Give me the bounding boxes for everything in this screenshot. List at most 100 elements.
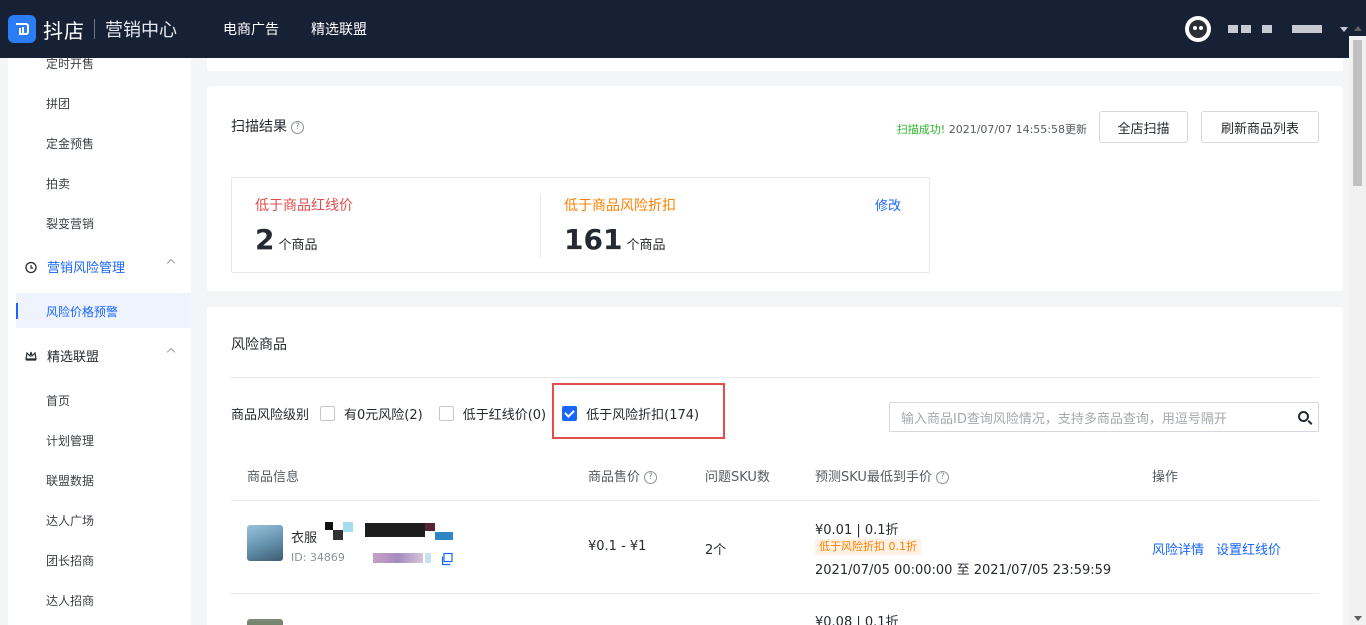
stat-redline-number: 2 (255, 223, 275, 256)
sidebar-item-data[interactable]: 联盟数据 (46, 472, 94, 489)
avatar-face-icon (1189, 20, 1207, 38)
product-thumbnail[interactable] (247, 619, 283, 625)
product-id: ID: 34869 (291, 551, 345, 564)
sidebar-item-risk-price-alert[interactable]: 风险价格预警 (46, 303, 118, 320)
masked-text (343, 522, 353, 532)
top-bar: 抖店 营销中心 电商广告 精选联盟 (0, 0, 1366, 58)
scrollbar-thumb[interactable] (1353, 40, 1362, 186)
lowest-price: ¥0.01 | 0.1折 (815, 523, 899, 538)
stat-discount-value: 161 个商品 (564, 223, 665, 256)
help-icon[interactable]: ? (935, 471, 949, 484)
sidebar-item-plan[interactable]: 计划管理 (46, 432, 94, 449)
scan-status-ok: 扫描成功! (896, 123, 946, 136)
sidebar-group-label: 精选联盟 (47, 350, 100, 365)
chevron-up-icon (166, 258, 176, 268)
nav-ecommerce-ads[interactable]: 电商广告 (223, 19, 279, 39)
divider (231, 377, 1319, 378)
scan-status: 扫描成功! 2021/07/07 14:55:58更新 (897, 121, 1087, 137)
crown-icon (25, 351, 37, 361)
sidebar-group-label: 营销风险管理 (47, 261, 126, 276)
sku-count: 2个 (705, 543, 727, 558)
scan-title-text: 扫描结果 (231, 119, 287, 135)
stat-unit: 个商品 (626, 238, 666, 253)
scan-title: 扫描结果? (231, 116, 304, 136)
alarm-clock-icon (25, 261, 37, 273)
masked-text (373, 553, 423, 563)
masked-text (325, 522, 333, 530)
full-scan-button[interactable]: 全店扫描 (1099, 111, 1188, 143)
col-lowest-label: 预测SKU最低到手价 (815, 470, 932, 485)
nav-alliance[interactable]: 精选联盟 (311, 19, 367, 39)
masked-text (425, 553, 431, 563)
filter-label: 商品风险级别 (231, 408, 310, 423)
lowest-price: ¥0.08 | 0.1折 (815, 615, 899, 625)
masked-shop-name (1241, 25, 1251, 33)
product-id-search-input[interactable]: 输入商品ID查询风险情况，支持多商品查询，用逗号隔开 (889, 402, 1319, 432)
col-price-label: 商品售价 (588, 470, 641, 485)
brand-name: 抖店 (43, 18, 85, 43)
sidebar-item-talent-recruit[interactable]: 达人招商 (46, 592, 94, 609)
sidebar-item-leader-recruit[interactable]: 团长招商 (46, 552, 94, 569)
brand-subtitle: 营销中心 (105, 20, 177, 41)
col-price: 商品售价? (588, 466, 658, 485)
help-icon[interactable]: ? (291, 120, 304, 134)
highlight-box (552, 383, 725, 439)
product-name[interactable]: 衣服 (291, 527, 317, 546)
refresh-list-button[interactable]: 刷新商品列表 (1201, 111, 1319, 143)
sidebar-item-group-buy[interactable]: 拼团 (46, 95, 70, 112)
brand-divider (94, 19, 95, 39)
scan-result-card: 扫描结果? 扫描成功! 2021/07/07 14:55:58更新 全店扫描 刷… (207, 86, 1343, 291)
chevron-up-icon (166, 347, 176, 357)
col-actions: 操作 (1152, 470, 1179, 485)
chevron-down-icon[interactable] (1340, 26, 1348, 32)
col-sku-count: 问题SKU数 (705, 470, 770, 485)
vertical-scrollbar[interactable] (1349, 26, 1366, 625)
masked-text (425, 523, 435, 531)
brand[interactable]: 抖店 营销中心 (8, 15, 177, 44)
sidebar-group-risk[interactable]: 营销风险管理 (24, 257, 176, 276)
divider (231, 500, 1319, 501)
masked-text (333, 530, 343, 540)
stat-redline-value: 2 个商品 (255, 223, 318, 256)
avatar[interactable] (1185, 16, 1211, 42)
checkbox-below-redline[interactable] (438, 406, 454, 421)
col-lowest-price: 预测SKU最低到手价? (815, 466, 949, 485)
masked-user-name (1292, 25, 1322, 33)
sidebar: 定时开售 拼团 定金预售 拍卖 裂变营销 营销风险管理 风险价格预警 精选联盟 … (8, 58, 191, 625)
scroll-down-icon[interactable] (1354, 616, 1362, 621)
search-placeholder: 输入商品ID查询风险情况，支持多商品查询，用逗号隔开 (901, 411, 1227, 427)
top-nav: 电商广告 精选联盟 (223, 19, 399, 39)
sidebar-item-home[interactable]: 首页 (46, 392, 70, 409)
sidebar-item-fission[interactable]: 裂变营销 (46, 215, 94, 232)
doudian-logo-icon (8, 15, 36, 43)
col-product-info: 商品信息 (247, 470, 300, 485)
stat-discount-label: 低于商品风险折扣 (564, 198, 676, 214)
masked-shop-name (1228, 25, 1238, 33)
sidebar-group-alliance[interactable]: 精选联盟 (24, 346, 176, 365)
search-icon[interactable] (1298, 411, 1309, 422)
stats-box: 低于商品红线价 2 个商品 低于商品风险折扣 161 个商品 修改 (231, 177, 930, 273)
help-icon[interactable]: ? (644, 471, 658, 484)
promo-period: 2021/07/05 00:00:00 至 2021/07/05 23:59:5… (815, 563, 1112, 578)
sidebar-item-talent-square[interactable]: 达人广场 (46, 512, 94, 529)
edit-link[interactable]: 修改 (875, 195, 901, 214)
sidebar-item-auction[interactable]: 拍卖 (46, 175, 70, 192)
sidebar-item-presale[interactable]: 定金预售 (46, 135, 94, 152)
stat-unit: 个商品 (278, 238, 318, 253)
checkbox-zero-risk[interactable] (320, 406, 336, 421)
divider (231, 593, 1319, 594)
scroll-up-icon[interactable] (1354, 26, 1362, 31)
masked-shop-name (1262, 25, 1272, 33)
copy-icon[interactable] (440, 552, 454, 566)
product-thumbnail[interactable] (247, 525, 283, 561)
risk-detail-link[interactable]: 风险详情 (1152, 539, 1204, 558)
sidebar-item-scheduled-sale[interactable]: 定时开售 (46, 58, 94, 72)
set-redline-link[interactable]: 设置红线价 (1216, 539, 1281, 558)
discount-risk-tag: 低于风险折扣 0.1折 (815, 539, 921, 555)
user-menu[interactable] (1185, 0, 1348, 58)
risk-title: 风险商品 (231, 337, 287, 353)
previous-card (207, 58, 1343, 71)
scan-status-time: 2021/07/07 14:55:58更新 (945, 123, 1087, 136)
filter-zero-risk-label[interactable]: 有0元风险(2) (344, 404, 423, 423)
filter-below-redline-label[interactable]: 低于红线价(0) (463, 404, 546, 423)
